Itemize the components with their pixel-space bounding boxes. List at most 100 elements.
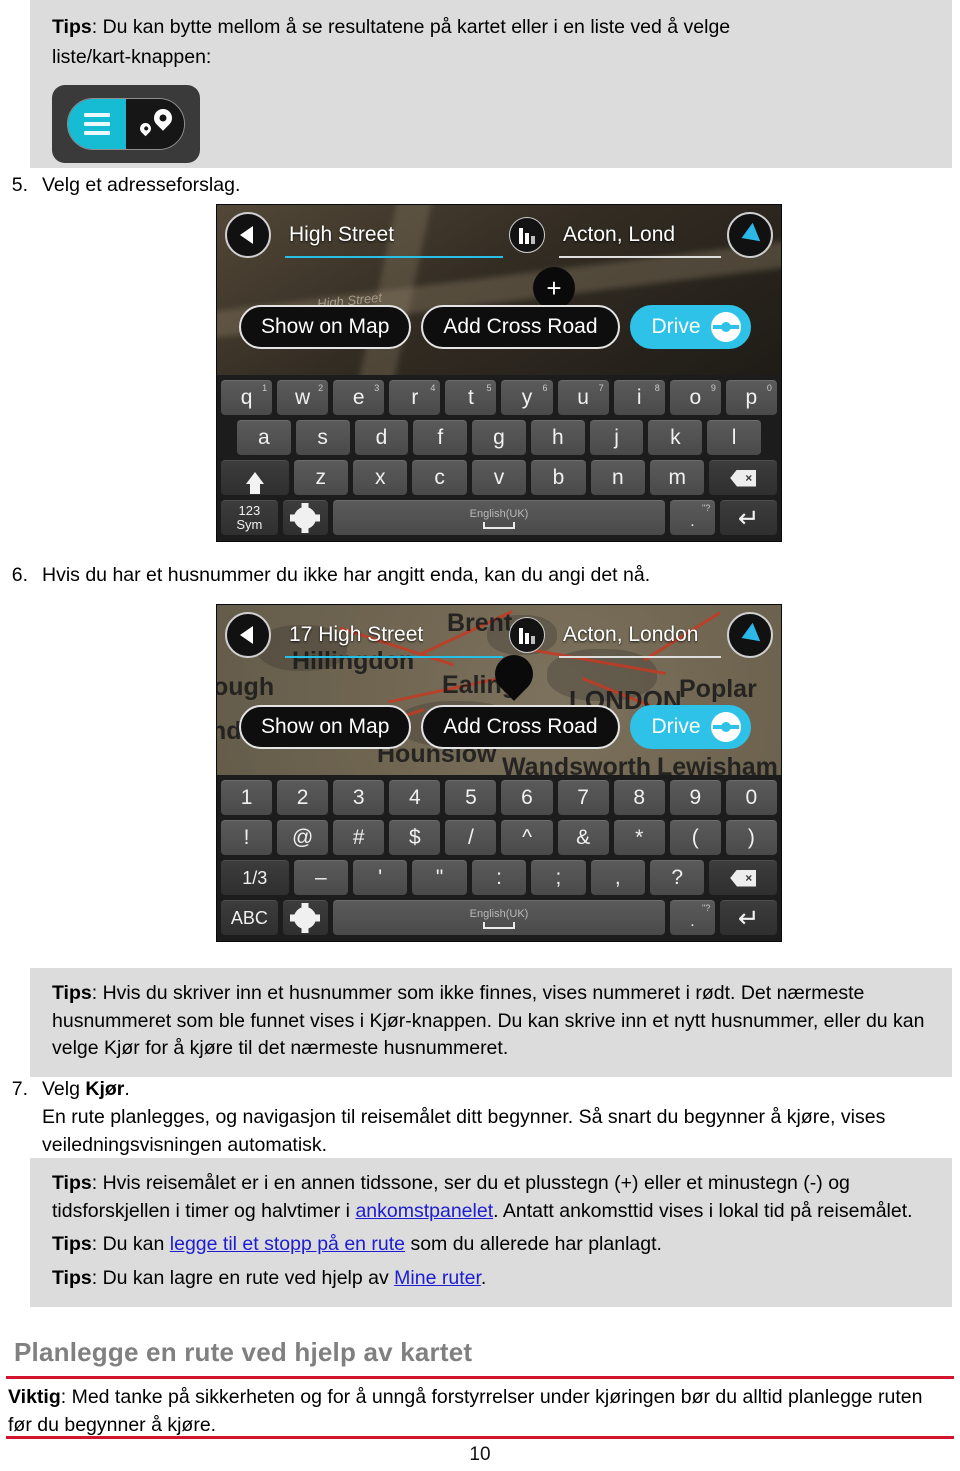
add-cross-road-button[interactable]: Add Cross Road (421, 705, 620, 749)
space-key[interactable]: English(UK) (333, 500, 665, 535)
hamburger-line (84, 131, 110, 136)
key-6[interactable]: 6 (501, 780, 553, 815)
key-![interactable]: ! (221, 820, 273, 855)
backspace-icon: × (730, 469, 757, 487)
key-q[interactable]: q1 (221, 380, 273, 415)
key-i[interactable]: i8 (613, 380, 665, 415)
device-screenshot-address-suggestion: High Street High Street Acton, Lond + Sh… (216, 204, 782, 542)
key-l[interactable]: l (707, 420, 762, 455)
key-)[interactable]: ) (725, 820, 777, 855)
show-on-map-button[interactable]: Show on Map (239, 305, 412, 349)
key-label: * (635, 826, 644, 849)
key-([interactable]: ( (669, 820, 721, 855)
backspace-key[interactable]: × (709, 860, 777, 895)
key-;[interactable]: ; (531, 860, 586, 895)
enter-key[interactable]: ↵ (720, 500, 777, 535)
city-input[interactable]: Acton, London (551, 612, 721, 658)
page-key[interactable]: 1/3 (221, 860, 289, 895)
key-*[interactable]: * (613, 820, 665, 855)
key-"[interactable]: " (412, 860, 467, 895)
show-on-map-button[interactable]: Show on Map (239, 705, 412, 749)
key-1[interactable]: 1 (221, 780, 273, 815)
key-r[interactable]: r4 (389, 380, 441, 415)
add-cross-road-button[interactable]: Add Cross Road (421, 305, 620, 349)
key-8[interactable]: 8 (613, 780, 665, 815)
key-w[interactable]: w2 (277, 380, 329, 415)
list-view-half[interactable] (68, 99, 126, 150)
key-y[interactable]: y6 (501, 380, 553, 415)
symbols-key[interactable]: 123 Sym (221, 500, 278, 535)
key-u[interactable]: u7 (557, 380, 609, 415)
key-d[interactable]: d (354, 420, 409, 455)
key-j[interactable]: j (589, 420, 644, 455)
search-input[interactable]: 17 High Street (277, 612, 503, 658)
key-7[interactable]: 7 (557, 780, 609, 815)
viktig-label: Viktig (8, 1386, 61, 1408)
key-:[interactable]: : (471, 860, 527, 895)
key-–[interactable]: – (293, 860, 348, 895)
keyboard-settings-key[interactable] (282, 500, 329, 535)
key-/[interactable]: / (445, 820, 497, 855)
navigate-button[interactable] (727, 212, 773, 258)
page-key-label: 1/3 (242, 867, 268, 888)
key-a[interactable]: a (237, 420, 291, 455)
key-#[interactable]: # (333, 820, 385, 855)
keyboard-settings-key[interactable] (282, 900, 329, 935)
abc-key[interactable]: ABC (221, 900, 278, 935)
drive-button[interactable]: Drive (629, 705, 751, 749)
key-?[interactable]: ? (650, 860, 705, 895)
key-'[interactable]: ' (352, 860, 408, 895)
key-f[interactable]: f (413, 420, 468, 455)
key-h[interactable]: h (530, 420, 585, 455)
key-label: , (614, 866, 621, 889)
space-key[interactable]: English(UK) (333, 900, 665, 935)
city-input[interactable]: Acton, Lond (551, 212, 721, 258)
key-&[interactable]: & (557, 820, 609, 855)
key-0[interactable]: 0 (725, 780, 777, 815)
drive-button[interactable]: Drive (629, 305, 751, 349)
key-e[interactable]: e3 (333, 380, 385, 415)
link-ankomstpanelet[interactable]: ankomstpanelet (355, 1200, 493, 1222)
key-,[interactable]: , (590, 860, 646, 895)
key-p[interactable]: p0 (725, 380, 777, 415)
key-m[interactable]: m (650, 460, 705, 495)
link-legge-til-stopp[interactable]: legge til et stopp på en rute (170, 1233, 405, 1255)
key-superscript: 3 (374, 383, 380, 393)
key-x[interactable]: x (352, 460, 408, 495)
map-view-half[interactable] (126, 99, 184, 150)
shift-key[interactable] (221, 460, 289, 495)
key-g[interactable]: g (472, 420, 526, 455)
key-3[interactable]: 3 (333, 780, 385, 815)
key-c[interactable]: c (412, 460, 467, 495)
key-k[interactable]: k (648, 420, 703, 455)
key-label: / (468, 826, 474, 849)
key-o[interactable]: o9 (669, 380, 721, 415)
back-button[interactable] (225, 212, 271, 258)
key-9[interactable]: 9 (669, 780, 721, 815)
key-@[interactable]: @ (277, 820, 329, 855)
key-s[interactable]: s (295, 420, 350, 455)
list-map-toggle-button[interactable] (52, 85, 200, 164)
key-z[interactable]: z (293, 460, 348, 495)
tips-box-routes: Tips: Hvis reisemålet er i en annen tids… (30, 1158, 952, 1307)
key-5[interactable]: 5 (445, 780, 497, 815)
device1-top-bar: High Street Acton, Lond (217, 205, 781, 265)
backspace-key[interactable]: × (709, 460, 777, 495)
key-b[interactable]: b (531, 460, 586, 495)
period-key[interactable]: "? . (669, 500, 716, 535)
key-n[interactable]: n (590, 460, 646, 495)
key-^[interactable]: ^ (501, 820, 553, 855)
back-button[interactable] (225, 612, 271, 658)
key-2[interactable]: 2 (277, 780, 329, 815)
key-4[interactable]: 4 (389, 780, 441, 815)
key-v[interactable]: v (471, 460, 527, 495)
device1-action-row: Show on Map Add Cross Road Drive (217, 305, 781, 349)
enter-key[interactable]: ↵ (720, 900, 777, 935)
navigate-button[interactable] (727, 612, 773, 658)
link-mine-ruter[interactable]: Mine ruter (394, 1267, 481, 1289)
period-key[interactable]: "? . (669, 900, 716, 935)
key-$[interactable]: $ (389, 820, 441, 855)
tips-mid-text: : Hvis du skriver inn et husnummer som i… (52, 982, 925, 1060)
key-t[interactable]: t5 (445, 380, 497, 415)
search-input[interactable]: High Street (277, 212, 503, 258)
